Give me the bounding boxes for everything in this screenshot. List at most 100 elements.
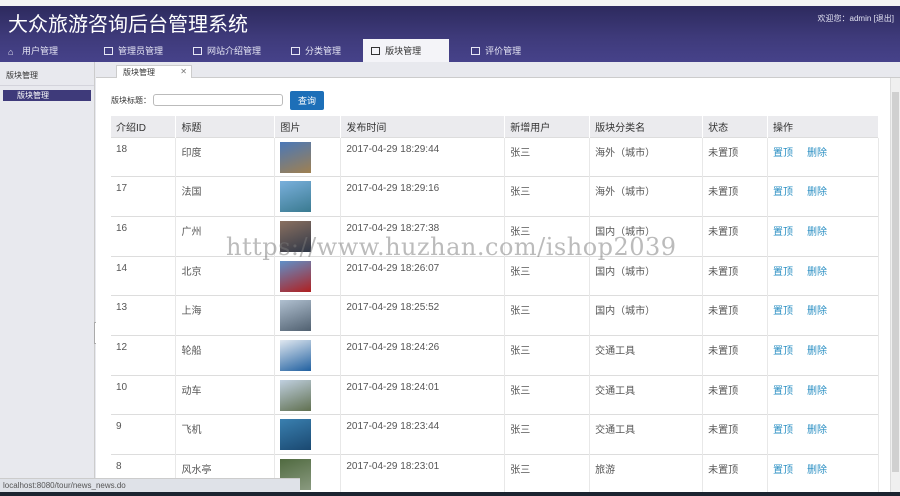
table-row: 10 动车 2017-04-29 18:24:01 张三 交通工具 未置顶 置顶 删除 xyxy=(111,374,879,415)
sidebar-item-board-management[interactable]: 版块管理 xyxy=(3,90,91,101)
tab-label: 版块管理 xyxy=(123,68,155,77)
pin-top-link[interactable]: 置顶 xyxy=(773,346,793,357)
status-cell: 未置顶 xyxy=(702,255,769,296)
image-cell xyxy=(274,176,342,217)
status-bar: localhost:8080/tour/news_news.do xyxy=(0,478,300,492)
list-icon xyxy=(291,46,301,55)
title-cell: 动车 xyxy=(175,374,276,415)
search-input[interactable] xyxy=(153,94,283,106)
pin-top-link[interactable]: 置顶 xyxy=(773,425,793,436)
pin-top-link[interactable]: 置顶 xyxy=(773,465,793,476)
category-cell: 海外（城市） xyxy=(589,136,704,177)
status-cell: 未置顶 xyxy=(702,136,769,177)
pin-top-link[interactable]: 置顶 xyxy=(773,227,793,238)
delete-link[interactable]: 删除 xyxy=(807,425,827,436)
search-button[interactable]: 查询 xyxy=(290,91,324,110)
image-cell xyxy=(274,255,342,296)
main-content: 版块标题： 查询 介绍ID 标题 图片 发布时间 新增用户 版块分类名 状态 操作 18 印度 2… xyxy=(96,78,890,495)
nav-label: 评价管理 xyxy=(485,46,522,56)
thumbnail-image xyxy=(280,419,312,451)
main-nav: ⌂ 用户管理 管理员管理 网站介绍管理 分类管理 版块管理 评价管理 xyxy=(0,39,900,62)
nav-label: 用户管理 xyxy=(22,46,59,56)
welcome-logout[interactable]: 欢迎您：admin [退出] xyxy=(818,13,894,24)
delete-link[interactable]: 删除 xyxy=(807,227,827,238)
nav-tab-3[interactable]: 分类管理 xyxy=(283,39,349,62)
list-icon xyxy=(193,46,203,55)
category-cell: 国内（城市） xyxy=(589,295,704,336)
pin-top-link[interactable]: 置顶 xyxy=(773,148,793,159)
delete-link[interactable]: 删除 xyxy=(807,306,827,317)
column-header: 版块分类名 xyxy=(589,116,704,137)
taskbar xyxy=(0,492,900,496)
user-cell: 张三 xyxy=(504,374,591,415)
thumbnail-image xyxy=(280,379,312,411)
image-cell xyxy=(274,136,342,177)
user-cell: 张三 xyxy=(504,295,591,336)
search-label: 版块标题： xyxy=(111,96,151,105)
category-cell: 国内（城市） xyxy=(589,215,704,257)
user-cell: 张三 xyxy=(504,215,591,257)
header: 大众旅游咨询后台管理系统 欢迎您：admin [退出] ⌂ 用户管理 管理员管理 网站… xyxy=(0,6,900,62)
delete-link[interactable]: 删除 xyxy=(807,346,827,357)
image-cell xyxy=(274,295,342,336)
pin-top-link[interactable]: 置顶 xyxy=(773,267,793,278)
table-row: 17 法国 2017-04-29 18:29:16 张三 海外（城市） 未置顶 置顶 删除 xyxy=(111,176,879,217)
status-cell: 未置顶 xyxy=(702,215,769,257)
pin-top-link[interactable]: 置顶 xyxy=(773,187,793,198)
list-icon xyxy=(471,46,481,55)
list-icon xyxy=(371,46,381,55)
pin-top-link[interactable]: 置顶 xyxy=(773,306,793,317)
board-table: 介绍ID 标题 图片 发布时间 新增用户 版块分类名 状态 操作 18 印度 2017-04-29… xyxy=(111,116,879,495)
actions-cell: 置顶 删除 xyxy=(767,176,879,217)
nav-tab-5[interactable]: 评价管理 xyxy=(463,39,529,62)
sidebar-heading[interactable]: 版块管理 xyxy=(0,62,94,86)
user-cell: 张三 xyxy=(504,136,591,177)
status-cell: 未置顶 xyxy=(702,295,769,336)
scrollbar[interactable] xyxy=(890,78,900,492)
actions-cell: 置顶 删除 xyxy=(767,454,879,495)
delete-link[interactable]: 删除 xyxy=(807,187,827,198)
tab-board-management[interactable]: 版块管理 ✕ xyxy=(116,65,192,78)
table-row: 12 轮船 2017-04-29 18:24:26 张三 交通工具 未置顶 置顶 删除 xyxy=(111,334,879,376)
title-cell: 飞机 xyxy=(175,414,276,455)
image-cell xyxy=(274,374,342,415)
nav-label: 管理员管理 xyxy=(118,46,164,56)
table-row: 18 印度 2017-04-29 18:29:44 张三 海外（城市） 未置顶 置顶 删除 xyxy=(111,136,879,177)
image-cell xyxy=(274,334,342,376)
id-cell: 17 xyxy=(111,176,177,217)
time-cell: 2017-04-29 18:23:01 xyxy=(340,454,506,495)
thumbnail-image xyxy=(280,260,312,292)
image-cell xyxy=(274,215,342,257)
time-cell: 2017-04-29 18:23:44 xyxy=(340,414,506,455)
id-cell: 16 xyxy=(111,215,177,257)
delete-link[interactable]: 删除 xyxy=(807,386,827,397)
column-header: 操作 xyxy=(767,116,879,137)
delete-link[interactable]: 删除 xyxy=(807,465,827,476)
scroll-thumb[interactable] xyxy=(892,92,899,472)
id-cell: 13 xyxy=(111,295,177,336)
delete-link[interactable]: 删除 xyxy=(807,148,827,159)
image-cell xyxy=(274,414,342,455)
close-icon[interactable]: ✕ xyxy=(180,67,187,76)
nav-tab-1[interactable]: 管理员管理 xyxy=(96,39,171,62)
app-title: 大众旅游咨询后台管理系统 xyxy=(8,14,248,36)
category-cell: 海外（城市） xyxy=(589,176,704,217)
actions-cell: 置顶 删除 xyxy=(767,374,879,415)
actions-cell: 置顶 删除 xyxy=(767,215,879,257)
nav-tab-2[interactable]: 网站介绍管理 xyxy=(185,39,269,62)
status-cell: 未置顶 xyxy=(702,454,769,495)
time-cell: 2017-04-29 18:29:16 xyxy=(340,176,506,217)
actions-cell: 置顶 删除 xyxy=(767,295,879,336)
tab-strip: 版块管理 ✕ xyxy=(96,62,900,78)
category-cell: 交通工具 xyxy=(589,334,704,376)
nav-label: 版块管理 xyxy=(385,46,422,56)
actions-cell: 置顶 删除 xyxy=(767,255,879,296)
id-cell: 12 xyxy=(111,334,177,376)
nav-tab-4[interactable]: 版块管理 xyxy=(363,39,450,62)
delete-link[interactable]: 删除 xyxy=(807,267,827,278)
nav-tab-0[interactable]: ⌂ 用户管理 xyxy=(0,39,66,62)
status-cell: 未置顶 xyxy=(702,176,769,217)
thumbnail-image xyxy=(280,181,312,213)
pin-top-link[interactable]: 置顶 xyxy=(773,386,793,397)
title-cell: 印度 xyxy=(175,136,276,177)
